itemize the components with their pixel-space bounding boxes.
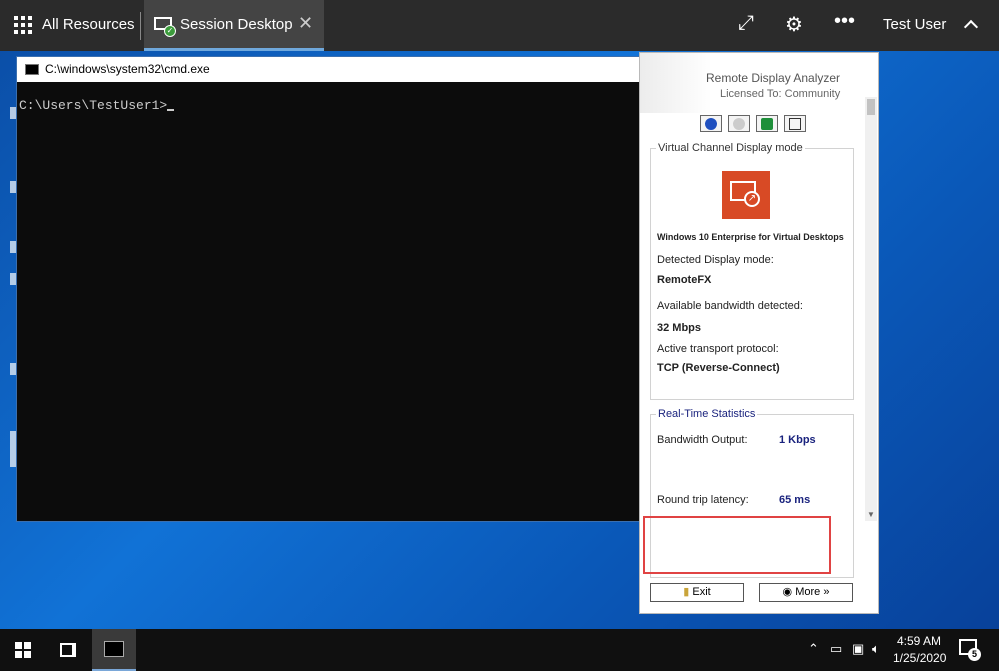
bw-output-value: 1 Kbps: [779, 434, 816, 446]
tab-session-desktop[interactable]: ✓ Session Desktop ✕: [144, 0, 324, 51]
exit-button[interactable]: ▮ Exit: [650, 583, 744, 602]
divider: [140, 12, 141, 40]
transport-label: Active transport protocol:: [657, 343, 779, 355]
pointer-button[interactable]: [784, 115, 806, 132]
cursor-icon: [789, 118, 801, 130]
latency-label: Round trip latency:: [657, 494, 749, 506]
remote-display-analyzer-window[interactable]: Remote Display Analyzer Licensed To: Com…: [639, 52, 879, 614]
apps-grid-icon[interactable]: [14, 16, 34, 36]
network-icon[interactable]: ▣: [852, 641, 864, 657]
cmd-title: C:\windows\system32\cmd.exe: [45, 62, 210, 76]
transport-value: TCP (Reverse-Connect): [657, 362, 780, 374]
prompt-text: C:\Users\TestUser1>: [19, 98, 168, 113]
chevron-down-icon[interactable]: ▼: [867, 510, 875, 519]
task-view-icon[interactable]: [60, 643, 76, 657]
chevron-up-icon[interactable]: [963, 19, 979, 35]
group-title-vc: Virtual Channel Display mode: [656, 142, 805, 154]
text-cursor: [167, 109, 175, 111]
license-text: Licensed To: Community: [720, 88, 841, 100]
more-button[interactable]: ◉ More »: [759, 583, 853, 602]
remote-display-icon: ↗: [722, 171, 770, 219]
eye-icon: ◉: [782, 586, 796, 598]
scrollbar-thumb[interactable]: [867, 99, 875, 115]
analyzer-app-name: Remote Display Analyzer: [706, 71, 841, 85]
user-menu[interactable]: Test User: [883, 16, 946, 33]
more-options-icon[interactable]: •••: [834, 10, 855, 33]
fullscreen-icon[interactable]: ⤢: [738, 12, 754, 35]
connected-check-icon: ✓: [164, 25, 176, 37]
exit-label: Exit: [692, 586, 711, 598]
more-label: More: [795, 586, 821, 598]
group-title-rt: Real-Time Statistics: [656, 408, 758, 420]
bandwidth-label: Available bandwidth detected:: [657, 300, 803, 312]
all-resources-link[interactable]: All Resources: [42, 16, 135, 33]
bandwidth-value: 32 Mbps: [657, 322, 702, 334]
clock[interactable]: 4:59 AM 1/25/2020: [893, 633, 947, 667]
gear-icon[interactable]: ⚙: [785, 12, 803, 37]
info-icon: [705, 118, 717, 130]
windows-start-icon[interactable]: [15, 642, 31, 658]
clock-date: 1/25/2020: [893, 651, 947, 665]
latency-value: 65 ms: [779, 494, 811, 506]
detected-mode-value: RemoteFX: [657, 274, 712, 286]
tab-label: Session Desktop: [180, 16, 293, 33]
os-name: Windows 10 Enterprise for Virtual Deskto…: [657, 232, 844, 242]
taskbar-cmd-app[interactable]: [92, 629, 136, 671]
chevron-up-icon[interactable]: ⌃: [808, 641, 819, 657]
record-button[interactable]: [728, 115, 750, 132]
cmd-titlebar[interactable]: C:\windows\system32\cmd.exe: [17, 57, 639, 82]
notification-center-icon[interactable]: 5: [959, 639, 981, 661]
console-icon: [25, 64, 39, 75]
screenshot-button[interactable]: [756, 115, 778, 132]
vertical-scrollbar[interactable]: ▼: [865, 97, 877, 521]
circle-icon: [733, 118, 745, 130]
taskbar: ⌃ ▭ ▣ 🔈︎ 4:59 AM 1/25/2020 5: [0, 629, 999, 671]
cmd-prompt[interactable]: C:\Users\TestUser1>: [17, 82, 639, 129]
double-chevron-icon: »: [820, 586, 830, 598]
close-tab-icon[interactable]: ✕: [298, 13, 313, 34]
bw-output-label: Bandwidth Output:: [657, 434, 748, 446]
latency-highlight-box: [643, 516, 831, 574]
battery-icon[interactable]: ▭: [830, 641, 842, 657]
clock-time: 4:59 AM: [896, 634, 942, 648]
cmd-window[interactable]: C:\windows\system32\cmd.exe C:\Users\Tes…: [16, 56, 640, 522]
detected-mode-label: Detected Display mode:: [657, 254, 774, 266]
notification-count: 5: [968, 648, 981, 661]
exit-icon: ▮: [683, 586, 693, 598]
remote-desktop: C:\windows\system32\cmd.exe C:\Users\Tes…: [0, 51, 999, 629]
web-client-header: All Resources ✓ Session Desktop ✕ ⤢ ⚙ ••…: [0, 0, 999, 51]
info-button[interactable]: [700, 115, 722, 132]
speaker-icon[interactable]: 🔈︎: [872, 641, 880, 657]
console-icon: [104, 641, 124, 657]
camera-icon: [761, 118, 773, 130]
